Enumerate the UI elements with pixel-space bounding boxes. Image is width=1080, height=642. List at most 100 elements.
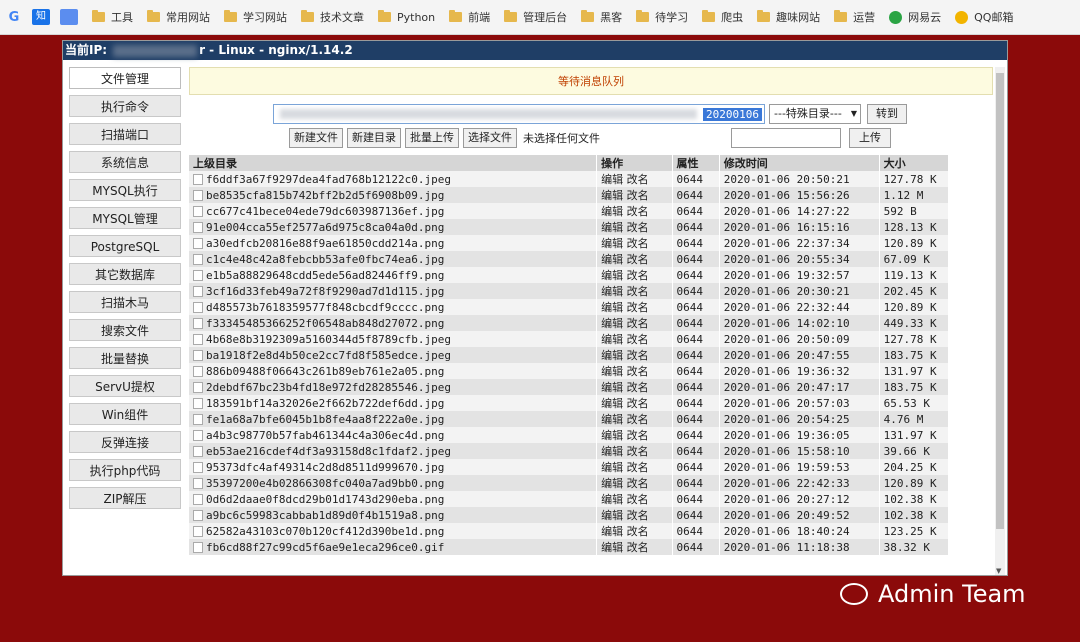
file-name-link[interactable]: d485573b7618359577f848cbcdf9cccc.png	[206, 301, 444, 314]
sidebar-item[interactable]: 扫描木马	[69, 291, 181, 313]
perm-link[interactable]: 0644	[672, 331, 720, 347]
batch-upload-button[interactable]: 批量上传	[405, 128, 459, 148]
file-name-link[interactable]: f33345485366252f06548ab848d27072.png	[206, 317, 444, 330]
scroll-down-icon[interactable]: ▼	[996, 567, 1001, 575]
file-name-link[interactable]: 95373dfc4af49314c2d8d8511d999670.jpg	[206, 461, 444, 474]
file-name-link[interactable]: 62582a43103c070b120cf412d390be1d.png	[206, 525, 444, 538]
upload-button[interactable]: 上传	[849, 128, 891, 148]
file-name-link[interactable]: cc677c41bece04ede79dc603987136ef.jpg	[206, 205, 444, 218]
new-dir-button[interactable]: 新建目录	[347, 128, 401, 148]
zhihu-icon[interactable]: 知	[32, 9, 50, 25]
edit-link[interactable]: 编辑	[601, 189, 623, 202]
google-icon[interactable]: G	[4, 10, 24, 25]
perm-link[interactable]: 0644	[672, 443, 720, 459]
mtime-link[interactable]: 2020-01-06 22:42:33	[719, 475, 880, 491]
edit-link[interactable]: 编辑	[601, 541, 623, 554]
mtime-link[interactable]: 2020-01-06 18:40:24	[719, 523, 880, 539]
mtime-link[interactable]: 2020-01-06 20:55:34	[719, 251, 880, 267]
rename-link[interactable]: 改名	[627, 189, 649, 202]
perm-link[interactable]: 0644	[672, 411, 720, 427]
bookmark-item[interactable]: 运营	[834, 9, 875, 25]
sidebar-item[interactable]: 扫描端口	[69, 123, 181, 145]
sidebar-item[interactable]: Win组件	[69, 403, 181, 425]
rename-link[interactable]: 改名	[627, 397, 649, 410]
rename-link[interactable]: 改名	[627, 445, 649, 458]
mtime-link[interactable]: 2020-01-06 19:36:05	[719, 427, 880, 443]
sidebar-item[interactable]: 反弹连接	[69, 431, 181, 453]
file-name-link[interactable]: fb6cd88f27c99cd5f6ae9e1eca296ce0.gif	[206, 541, 444, 554]
rename-link[interactable]: 改名	[627, 493, 649, 506]
edit-link[interactable]: 编辑	[601, 237, 623, 250]
file-name-link[interactable]: 183591bf14a32026e2f662b722def6dd.jpg	[206, 397, 444, 410]
edit-link[interactable]: 编辑	[601, 301, 623, 314]
edit-link[interactable]: 编辑	[601, 349, 623, 362]
file-name-link[interactable]: a4b3c98770b57fab461344c4a306ec4d.png	[206, 429, 444, 442]
header-parent-dir[interactable]: 上级目录	[189, 155, 598, 171]
perm-link[interactable]: 0644	[672, 347, 720, 363]
perm-link[interactable]: 0644	[672, 283, 720, 299]
mtime-link[interactable]: 2020-01-06 14:27:22	[719, 203, 880, 219]
bookmark-item[interactable]: 前端	[449, 9, 490, 25]
mtime-link[interactable]: 2020-01-06 19:32:57	[719, 267, 880, 283]
file-name-link[interactable]: f6ddf3a67f9297dea4fad768b12122c0.jpeg	[206, 173, 451, 186]
file-name-link[interactable]: 2debdf67bc23b4fd18e972fd28285546.jpeg	[206, 381, 451, 394]
perm-link[interactable]: 0644	[672, 459, 720, 475]
file-name-link[interactable]: a9bc6c59983cabbab1d89d0f4b1519a8.png	[206, 509, 444, 522]
edit-link[interactable]: 编辑	[601, 413, 623, 426]
mtime-link[interactable]: 2020-01-06 20:57:03	[719, 395, 880, 411]
mtime-link[interactable]: 2020-01-06 15:58:10	[719, 443, 880, 459]
perm-link[interactable]: 0644	[672, 267, 720, 283]
translate-icon[interactable]	[60, 9, 78, 25]
edit-link[interactable]: 编辑	[601, 253, 623, 266]
edit-link[interactable]: 编辑	[601, 493, 623, 506]
mtime-link[interactable]: 2020-01-06 15:56:26	[719, 187, 880, 203]
edit-link[interactable]: 编辑	[601, 285, 623, 298]
mtime-link[interactable]: 2020-01-06 22:32:44	[719, 299, 880, 315]
file-name-link[interactable]: fe1a68a7bfe6045b1b8fe4aa8f222a0e.jpg	[206, 413, 444, 426]
file-name-link[interactable]: ba1918f2e8d4b50ce2cc7fd8f585edce.jpeg	[206, 349, 451, 362]
rename-link[interactable]: 改名	[627, 477, 649, 490]
perm-link[interactable]: 0644	[672, 219, 720, 235]
edit-link[interactable]: 编辑	[601, 477, 623, 490]
edit-link[interactable]: 编辑	[601, 509, 623, 522]
edit-link[interactable]: 编辑	[601, 173, 623, 186]
mtime-link[interactable]: 2020-01-06 20:27:12	[719, 491, 880, 507]
perm-link[interactable]: 0644	[672, 203, 720, 219]
goto-button[interactable]: 转到	[867, 104, 907, 124]
file-name-link[interactable]: 886b09488f06643c261b89eb761e2a05.png	[206, 365, 444, 378]
sidebar-item[interactable]: 系统信息	[69, 151, 181, 173]
bookmark-item[interactable]: Python	[378, 10, 435, 24]
rename-link[interactable]: 改名	[627, 285, 649, 298]
sidebar-item[interactable]: 文件管理	[69, 67, 181, 89]
edit-link[interactable]: 编辑	[601, 365, 623, 378]
edit-link[interactable]: 编辑	[601, 317, 623, 330]
perm-link[interactable]: 0644	[672, 427, 720, 443]
sidebar-item[interactable]: ServU提权	[69, 375, 181, 397]
mtime-link[interactable]: 2020-01-06 11:18:38	[719, 539, 880, 555]
sidebar-item[interactable]: 执行php代码	[69, 459, 181, 481]
file-name-link[interactable]: e1b5a88829648cdd5ede56ad82446ff9.png	[206, 269, 444, 282]
edit-link[interactable]: 编辑	[601, 269, 623, 282]
edit-link[interactable]: 编辑	[601, 205, 623, 218]
perm-link[interactable]: 0644	[672, 363, 720, 379]
sidebar-item[interactable]: 执行命令	[69, 95, 181, 117]
special-dir-select[interactable]: ---特殊目录--- ▼	[769, 104, 861, 124]
perm-link[interactable]: 0644	[672, 235, 720, 251]
perm-link[interactable]: 0644	[672, 315, 720, 331]
mtime-link[interactable]: 2020-01-06 19:59:53	[719, 459, 880, 475]
rename-link[interactable]: 改名	[627, 381, 649, 394]
file-name-link[interactable]: 91e004cca55ef2577a6d975c8ca04a0d.png	[206, 221, 444, 234]
mtime-link[interactable]: 2020-01-06 20:50:09	[719, 331, 880, 347]
perm-link[interactable]: 0644	[672, 507, 720, 523]
mtime-link[interactable]: 2020-01-06 16:15:16	[719, 219, 880, 235]
rename-link[interactable]: 改名	[627, 349, 649, 362]
new-file-button[interactable]: 新建文件	[289, 128, 343, 148]
file-name-link[interactable]: 0d6d2daae0f8dcd29b01d1743d290eba.png	[206, 493, 444, 506]
bookmark-item[interactable]: 待学习	[636, 9, 688, 25]
rename-link[interactable]: 改名	[627, 301, 649, 314]
mtime-link[interactable]: 2020-01-06 20:50:21	[719, 171, 880, 187]
bookmark-item[interactable]: 黑客	[581, 9, 622, 25]
mtime-link[interactable]: 2020-01-06 20:47:55	[719, 347, 880, 363]
edit-link[interactable]: 编辑	[601, 221, 623, 234]
bookmark-item[interactable]: 技术文章	[301, 9, 364, 25]
